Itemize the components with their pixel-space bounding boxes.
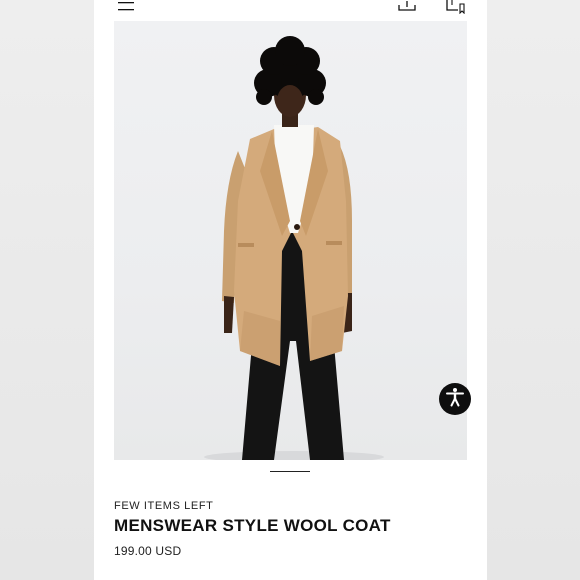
shopping-bag-icon[interactable] <box>444 0 468 15</box>
product-page: FEW ITEMS LEFT MENSWEAR STYLE WOOL COAT … <box>94 0 487 580</box>
floor-shadow <box>204 451 384 460</box>
backdrop-right <box>487 0 580 580</box>
top-bar <box>94 0 487 18</box>
hamburger-menu-icon[interactable] <box>116 0 136 12</box>
backdrop-left <box>0 0 94 580</box>
product-price: 199.00 USD <box>114 544 182 558</box>
stock-note: FEW ITEMS LEFT <box>114 500 214 512</box>
product-name: MENSWEAR STYLE WOOL COAT <box>114 516 391 535</box>
accessibility-icon <box>444 386 466 413</box>
share-icon[interactable] <box>396 0 418 12</box>
image-pager-indicator[interactable] <box>270 471 310 472</box>
product-image[interactable] <box>114 21 467 460</box>
accessibility-button[interactable] <box>439 383 471 415</box>
